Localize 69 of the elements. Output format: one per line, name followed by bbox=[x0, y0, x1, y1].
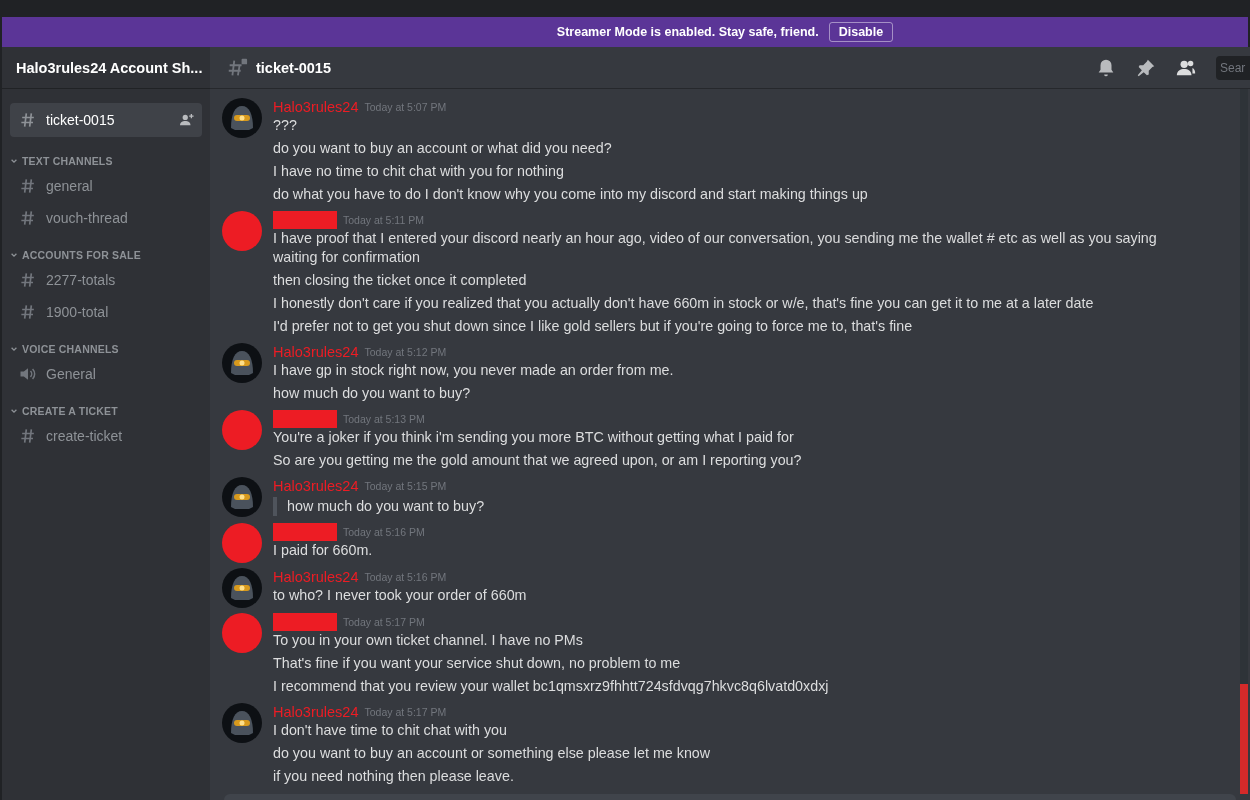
helmet-avatar[interactable] bbox=[222, 477, 262, 517]
author-name[interactable]: Halo3rules24 bbox=[273, 704, 359, 720]
message-text: then closing the ticket once it completed bbox=[273, 271, 528, 290]
message-text: do you want to buy an account or something else please let me know bbox=[273, 744, 712, 763]
channel-item[interactable]: vouch-thread bbox=[10, 203, 202, 233]
category-header[interactable]: VOICE CHANNELS bbox=[8, 337, 204, 357]
message-text: if you need nothing then please leave. bbox=[273, 767, 515, 786]
message-text: I paid for 660m. bbox=[273, 541, 374, 560]
message-text: ??? bbox=[273, 116, 298, 135]
message-text: to who? I never took your order of 660m bbox=[273, 586, 528, 605]
banner-text: Streamer Mode is enabled. Stay safe, friend. bbox=[556, 25, 819, 39]
message-text: So are you getting me the gold amount that we agreed upon, or am I reporting you? bbox=[273, 451, 803, 470]
add-member-icon[interactable] bbox=[180, 113, 194, 127]
message-timestamp: Today at 5:17 PM bbox=[343, 616, 425, 628]
channel-item[interactable]: 2277-totals bbox=[10, 265, 202, 295]
message-text: I have gp in stock right now, you never made an order from me. bbox=[273, 361, 675, 380]
message-timestamp: Today at 5:12 PM bbox=[364, 346, 447, 358]
category-header[interactable]: ACCOUNTS FOR SALE bbox=[8, 243, 204, 263]
redacted-name bbox=[273, 523, 337, 541]
channel-item[interactable]: general bbox=[10, 171, 202, 201]
message-text: I'd prefer not to get you shut down since I like gold sellers but if you're going to force me to, that's fine bbox=[273, 317, 914, 336]
message-text: do you want to buy an account or what did you need? bbox=[273, 139, 613, 158]
redacted-name bbox=[273, 613, 337, 631]
message-timestamp: Today at 5:16 PM bbox=[364, 571, 447, 583]
helmet-avatar[interactable] bbox=[222, 568, 262, 608]
scrollbar[interactable] bbox=[1240, 89, 1248, 794]
redacted-name bbox=[273, 410, 337, 428]
redacted-name bbox=[273, 211, 337, 229]
quoted-text: how much do you want to buy? bbox=[273, 497, 1180, 516]
message-text: I don't have time to chit chat with you bbox=[273, 721, 508, 740]
author-name[interactable]: Halo3rules24 bbox=[273, 344, 359, 360]
redacted-avatar bbox=[222, 211, 262, 251]
helmet-avatar[interactable] bbox=[222, 98, 262, 138]
author-name[interactable]: Halo3rules24 bbox=[273, 99, 359, 115]
message-timestamp: Today at 5:13 PM bbox=[343, 413, 425, 425]
helmet-avatar[interactable] bbox=[222, 703, 262, 743]
redacted-avatar bbox=[222, 410, 262, 450]
author-name[interactable]: Halo3rules24 bbox=[273, 569, 359, 585]
chevron-icon bbox=[10, 157, 18, 165]
message-timestamp: Today at 5:16 PM bbox=[343, 526, 425, 538]
author-name[interactable]: Halo3rules24 bbox=[273, 478, 359, 494]
message-text: I honestly don't care if you realized that you actually don't have 660m in stock or w/e, that's fine you can get it to me at a later date bbox=[273, 294, 1095, 313]
message-timestamp: Today at 5:07 PM bbox=[364, 101, 447, 113]
message-text: I have no time to chit chat with you for nothing bbox=[273, 162, 565, 181]
server-name: Halo3rules24 Account Sh... bbox=[16, 59, 203, 76]
message-text: how much do you want to buy? bbox=[273, 384, 472, 403]
search-field[interactable]: Sear bbox=[1216, 55, 1250, 80]
helmet-avatar[interactable] bbox=[222, 343, 262, 383]
chevron-icon bbox=[10, 407, 18, 415]
message-text: To you in your own ticket channel. I have no PMs bbox=[273, 631, 584, 650]
channel-item[interactable]: ticket-0015 bbox=[10, 103, 202, 137]
category-header[interactable]: TEXT CHANNELS bbox=[8, 149, 204, 169]
channel-title: ticket-0015 bbox=[256, 59, 331, 76]
channel-item[interactable]: create-ticket bbox=[10, 421, 202, 451]
chevron-icon bbox=[10, 345, 18, 353]
message-text: You're a joker if you think i'm sending you more BTC without getting what I paid for bbox=[273, 428, 795, 447]
channel-item[interactable]: 1900-total bbox=[10, 297, 202, 327]
redacted-avatar bbox=[222, 613, 262, 653]
message-text: I recommend that you review your wallet bc1qmsxrz9fhhtt724sfdvqg7hkvc8q6lvatd0xdxj bbox=[273, 677, 830, 696]
chevron-icon bbox=[10, 251, 18, 259]
message-timestamp: Today at 5:11 PM bbox=[343, 214, 424, 226]
channel-item[interactable]: General bbox=[10, 359, 202, 389]
category-header[interactable]: CREATE A TICKET bbox=[8, 399, 204, 419]
disable-button[interactable]: Disable bbox=[828, 22, 894, 42]
message-timestamp: Today at 5:15 PM bbox=[364, 480, 447, 492]
message-text: That's fine if you want your service shut down, no problem to me bbox=[273, 654, 682, 673]
redacted-avatar bbox=[222, 523, 262, 563]
message-timestamp: Today at 5:17 PM bbox=[364, 706, 447, 718]
message-text: do what you have to do I don't know why you come into my discord and start making things up bbox=[273, 185, 869, 204]
